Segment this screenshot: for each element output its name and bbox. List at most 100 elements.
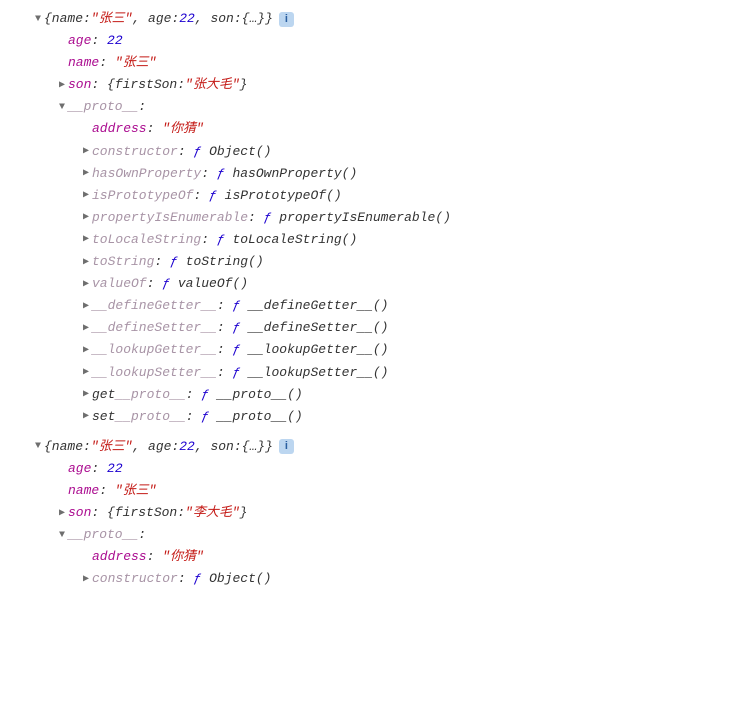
function-icon: ƒ — [217, 229, 225, 251]
expand-toggle-icon[interactable]: ▶ — [80, 342, 92, 359]
property-row-proto[interactable]: ▼ __proto__: — [4, 96, 733, 118]
expand-toggle-icon[interactable]: ▼ — [32, 11, 44, 28]
property-row[interactable]: ▶ toString: ƒ toString() — [4, 251, 733, 273]
property-row[interactable]: ▶ get __proto__: ƒ __proto__() — [4, 384, 733, 406]
property-row-son[interactable]: ▶ son: {firstSon: "李大毛"} — [4, 502, 733, 524]
function-name: toLocaleString() — [232, 229, 357, 251]
property-key: __defineSetter__ — [92, 317, 217, 339]
expand-toggle-icon[interactable]: ▶ — [80, 165, 92, 182]
property-key: name — [68, 52, 99, 74]
property-row[interactable]: ▶ constructor: ƒ Object() — [4, 141, 733, 163]
info-icon[interactable]: i — [279, 439, 294, 454]
expand-toggle-icon[interactable]: ▼ — [56, 99, 68, 116]
function-icon: ƒ — [201, 406, 209, 428]
function-name: __defineSetter__() — [248, 317, 388, 339]
function-icon: ƒ — [232, 339, 240, 361]
property-key: son — [68, 74, 91, 96]
property-value: "张三" — [115, 52, 157, 74]
property-row[interactable]: ▶ address: "你猜" — [4, 546, 733, 568]
function-icon: ƒ — [217, 163, 225, 185]
expand-toggle-icon[interactable]: ▶ — [56, 505, 68, 522]
property-row[interactable]: ▶ constructor: ƒ Object() — [4, 568, 733, 590]
property-key: age — [68, 30, 91, 52]
object-summary[interactable]: ▼ {name: "张三", age: 22, son: {…}} i — [4, 8, 733, 30]
property-key: __proto__ — [115, 384, 185, 406]
property-value: "张三" — [115, 480, 157, 502]
property-key: hasOwnProperty — [92, 163, 201, 185]
function-name: __proto__() — [217, 384, 303, 406]
object-summary[interactable]: ▼ {name: "张三", age: 22, son: {…}} i — [4, 436, 733, 458]
property-key: name — [68, 480, 99, 502]
function-icon: ƒ — [232, 295, 240, 317]
property-row[interactable]: ▶ hasOwnProperty: ƒ hasOwnProperty() — [4, 163, 733, 185]
function-name: valueOf() — [178, 273, 248, 295]
function-name: Object() — [209, 568, 271, 590]
function-name: Object() — [209, 141, 271, 163]
property-key: constructor — [92, 568, 178, 590]
function-name: toString() — [186, 251, 264, 273]
function-icon: ƒ — [201, 384, 209, 406]
function-icon: ƒ — [264, 207, 272, 229]
property-row[interactable]: ▶ toLocaleString: ƒ toLocaleString() — [4, 229, 733, 251]
expand-toggle-icon[interactable]: ▼ — [32, 438, 44, 455]
expand-toggle-icon[interactable]: ▶ — [80, 254, 92, 271]
property-row[interactable]: ▶ __defineGetter__: ƒ __defineGetter__() — [4, 295, 733, 317]
expand-toggle-icon[interactable]: ▶ — [80, 209, 92, 226]
property-row[interactable]: ▶ name: "张三" — [4, 480, 733, 502]
property-key: __proto__ — [68, 96, 138, 118]
property-key: __proto__ — [68, 524, 138, 546]
expand-toggle-icon[interactable]: ▶ — [80, 571, 92, 588]
property-row[interactable]: ▶ propertyIsEnumerable: ƒ propertyIsEnum… — [4, 207, 733, 229]
property-key: constructor — [92, 141, 178, 163]
property-row[interactable]: ▶ age: 22 — [4, 458, 733, 480]
property-key: __lookupGetter__ — [92, 339, 217, 361]
expand-toggle-icon[interactable]: ▶ — [80, 276, 92, 293]
property-key: valueOf — [92, 273, 147, 295]
expand-toggle-icon[interactable]: ▶ — [80, 386, 92, 403]
property-row[interactable]: ▶ set __proto__: ƒ __proto__() — [4, 406, 733, 428]
property-key: __lookupSetter__ — [92, 362, 217, 384]
property-row[interactable]: ▶ address: "你猜" — [4, 118, 733, 140]
expand-toggle-icon[interactable]: ▶ — [80, 231, 92, 248]
function-name: propertyIsEnumerable() — [279, 207, 451, 229]
property-row-proto[interactable]: ▼ __proto__: — [4, 524, 733, 546]
function-icon: ƒ — [162, 273, 170, 295]
expand-toggle-icon[interactable]: ▶ — [80, 143, 92, 160]
property-key: __proto__ — [115, 406, 185, 428]
expand-toggle-icon[interactable]: ▶ — [80, 408, 92, 425]
summary-text: {name: — [44, 436, 91, 458]
function-icon: ƒ — [193, 568, 201, 590]
property-value: "你猜" — [162, 546, 204, 568]
property-key: son — [68, 502, 91, 524]
expand-toggle-icon[interactable]: ▼ — [56, 527, 68, 544]
function-icon: ƒ — [193, 141, 201, 163]
property-row[interactable]: ▶ name: "张三" — [4, 52, 733, 74]
expand-toggle-icon[interactable]: ▶ — [56, 77, 68, 94]
property-key: __defineGetter__ — [92, 295, 217, 317]
function-icon: ƒ — [209, 185, 217, 207]
property-key: age — [68, 458, 91, 480]
property-key: toLocaleString — [92, 229, 201, 251]
function-name: __lookupSetter__() — [248, 362, 388, 384]
function-name: isPrototypeOf() — [225, 185, 342, 207]
property-row[interactable]: ▶ age: 22 — [4, 30, 733, 52]
expand-toggle-icon[interactable]: ▶ — [80, 298, 92, 315]
function-name: __proto__() — [217, 406, 303, 428]
property-row[interactable]: ▶ valueOf: ƒ valueOf() — [4, 273, 733, 295]
property-key: address — [92, 118, 147, 140]
summary-text: {name: — [44, 8, 91, 30]
expand-toggle-icon[interactable]: ▶ — [80, 364, 92, 381]
property-key: toString — [92, 251, 154, 273]
property-key: isPrototypeOf — [92, 185, 193, 207]
property-row[interactable]: ▶ __defineSetter__: ƒ __defineSetter__() — [4, 317, 733, 339]
expand-toggle-icon[interactable]: ▶ — [80, 187, 92, 204]
info-icon[interactable]: i — [279, 12, 294, 27]
property-value: 22 — [107, 30, 123, 52]
expand-toggle-icon[interactable]: ▶ — [80, 320, 92, 337]
property-value: 22 — [107, 458, 123, 480]
function-name: __lookupGetter__() — [248, 339, 388, 361]
property-row[interactable]: ▶ __lookupSetter__: ƒ __lookupSetter__() — [4, 362, 733, 384]
property-row[interactable]: ▶ isPrototypeOf: ƒ isPrototypeOf() — [4, 185, 733, 207]
property-row[interactable]: ▶ __lookupGetter__: ƒ __lookupGetter__() — [4, 339, 733, 361]
property-row-son[interactable]: ▶ son: {firstSon: "张大毛"} — [4, 74, 733, 96]
